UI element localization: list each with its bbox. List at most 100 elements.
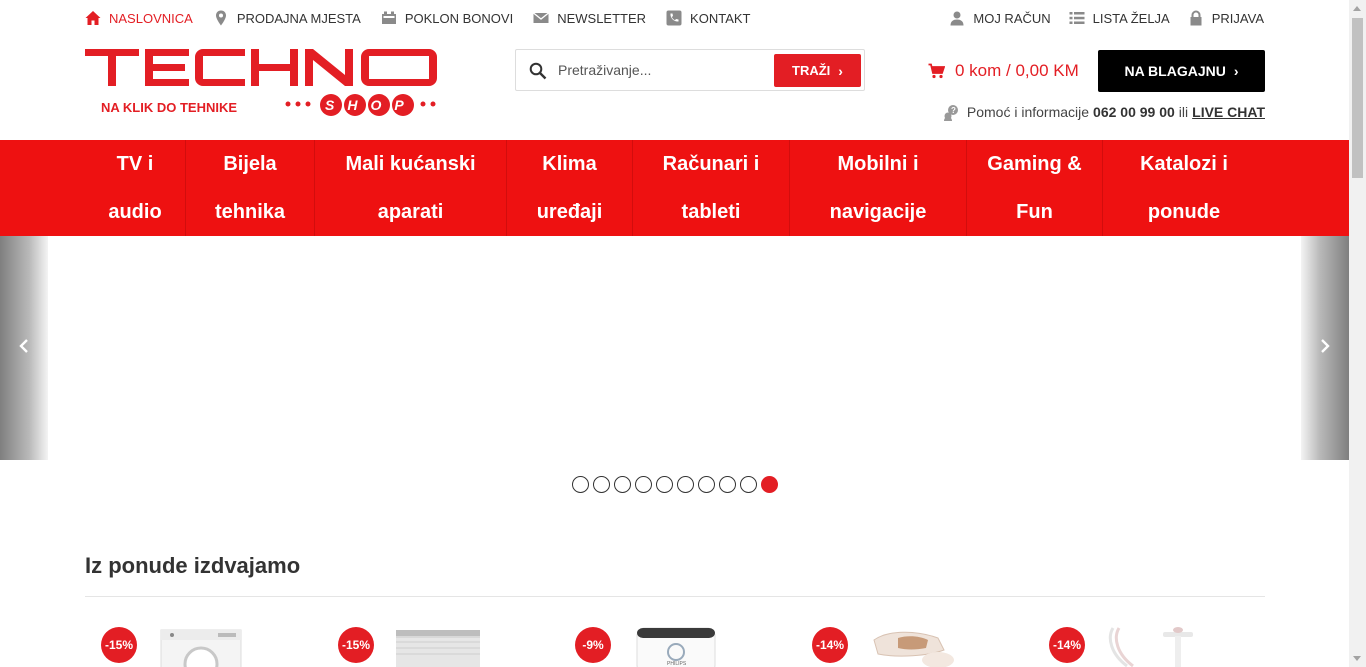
nav-item-line: Mobilni i bbox=[837, 153, 919, 175]
site-logo[interactable]: NA KLIK DO TEHNIKE SHOP bbox=[85, 47, 437, 117]
help-icon: ? bbox=[943, 104, 960, 121]
search-box: TRAŽI › bbox=[515, 49, 865, 91]
top-link-label: NEWSLETTER bbox=[557, 10, 647, 26]
page-scrollbar[interactable] bbox=[1349, 0, 1366, 667]
slider-dot[interactable] bbox=[719, 476, 736, 493]
section-divider bbox=[85, 596, 1265, 597]
nav-item-line: Klima bbox=[542, 153, 597, 175]
help-text: Pomoć i informacije bbox=[966, 104, 1090, 120]
slider-dot[interactable] bbox=[635, 476, 652, 493]
list-icon bbox=[1069, 10, 1085, 26]
section-title: Iz ponude izdvajamo bbox=[85, 553, 301, 578]
slider-dots bbox=[572, 476, 782, 493]
hero-slider bbox=[0, 236, 1349, 460]
lock-icon bbox=[1188, 10, 1204, 26]
top-link-label: PRIJAVA bbox=[1211, 10, 1264, 26]
top-link-newsletter[interactable]: NEWSLETTER bbox=[533, 10, 646, 26]
checkout-label: NA BLAGAJNU bbox=[1124, 63, 1226, 79]
nav-item-line: audio bbox=[108, 201, 162, 223]
cart-summary[interactable]: 0 kom / 0,00 KM bbox=[928, 60, 1079, 82]
envelope-icon bbox=[533, 10, 550, 26]
product-card[interactable]: -14% bbox=[796, 620, 1032, 667]
slider-next-button[interactable] bbox=[1301, 236, 1349, 460]
slider-dot-active[interactable] bbox=[761, 476, 778, 493]
discount-badge: -14% bbox=[1049, 627, 1085, 663]
nav-item-line: Gaming & bbox=[987, 153, 1082, 175]
checkout-button[interactable]: NA BLAGAJNU › bbox=[1098, 50, 1265, 92]
nav-item-white-goods[interactable]: Bijela tehnika bbox=[186, 140, 315, 236]
slider-prev-button[interactable] bbox=[0, 236, 48, 460]
nav-item-line: tableti bbox=[681, 201, 741, 223]
top-link-wishlist[interactable]: LISTA ŽELJA bbox=[1069, 10, 1170, 26]
search-button[interactable]: TRAŽI › bbox=[774, 54, 861, 87]
help-line: ? Pomoć i informacije 062 00 99 00 ili L… bbox=[943, 103, 1265, 121]
user-icon bbox=[949, 10, 965, 26]
slider-dot[interactable] bbox=[593, 476, 610, 493]
nav-item-computers-tablets[interactable]: Računari i tableti bbox=[633, 140, 790, 236]
product-card[interactable]: -14% bbox=[1033, 620, 1269, 667]
top-link-login[interactable]: PRIJAVA bbox=[1188, 10, 1264, 26]
search-input[interactable] bbox=[558, 58, 768, 82]
chevron-right-icon: › bbox=[838, 62, 843, 79]
discount-badge: -14% bbox=[812, 627, 848, 663]
top-bar-right: MOJ RAČUN LISTA ŽELJA PRIJAVA bbox=[931, 0, 1264, 36]
nav-item-line: Mali kućanski bbox=[345, 153, 476, 175]
nav-item-line: aparati bbox=[377, 201, 444, 223]
top-link-stores[interactable]: PRODAJNA MJESTA bbox=[213, 10, 361, 26]
slider-dot[interactable] bbox=[614, 476, 631, 493]
slider-dot[interactable] bbox=[740, 476, 757, 493]
product-card[interactable]: -15% bbox=[322, 620, 558, 667]
nav-item-tv-audio[interactable]: TV i audio bbox=[85, 140, 186, 236]
svg-text:PHILIPS: PHILIPS bbox=[667, 661, 687, 667]
nav-item-mobile-navigation[interactable]: Mobilni i navigacije bbox=[790, 140, 967, 236]
slider-dot[interactable] bbox=[572, 476, 589, 493]
discount-badge: -15% bbox=[101, 627, 137, 663]
nav-item-line: ponude bbox=[1147, 201, 1221, 223]
product-card[interactable]: -15% bbox=[85, 620, 321, 667]
top-link-label: MOJ RAČUN bbox=[973, 10, 1051, 26]
help-phone[interactable]: 062 00 99 00 bbox=[1093, 104, 1175, 120]
nav-item-air-conditioners[interactable]: Klima uređaji bbox=[507, 140, 633, 236]
live-chat-link[interactable]: LIVE CHAT bbox=[1192, 104, 1265, 120]
product-list: -15% -15% PHILIPS -9% -14% -14% bbox=[85, 620, 1265, 667]
air-purifier-image: PHILIPS bbox=[635, 626, 717, 667]
top-link-gift-cards[interactable]: POKLON BONOVI bbox=[381, 10, 513, 26]
svg-text:?: ? bbox=[951, 106, 956, 115]
nav-item-line: uređaji bbox=[536, 201, 603, 223]
chevron-left-icon bbox=[19, 338, 29, 359]
nav-item-line: tehnika bbox=[214, 201, 286, 223]
nav-item-small-appliances[interactable]: Mali kućanski aparati bbox=[315, 140, 507, 236]
map-pin-icon bbox=[213, 10, 229, 26]
chevron-right-icon bbox=[1320, 338, 1330, 359]
product-card[interactable]: PHILIPS -9% bbox=[559, 620, 795, 667]
top-link-label: LISTA ŽELJA bbox=[1092, 10, 1170, 26]
scroll-down-icon[interactable] bbox=[1353, 656, 1361, 661]
discount-badge: -15% bbox=[338, 627, 374, 663]
nav-item-gaming-fun[interactable]: Gaming & Fun bbox=[967, 140, 1103, 236]
chevron-right-icon: › bbox=[1233, 63, 1239, 79]
nav-item-line: TV i bbox=[116, 153, 154, 175]
nav-item-line: Fun bbox=[1016, 201, 1053, 223]
logo-sub: SHOP bbox=[325, 97, 417, 113]
slider-dot[interactable] bbox=[677, 476, 694, 493]
slider-dot[interactable] bbox=[656, 476, 673, 493]
logo-word bbox=[85, 49, 437, 86]
top-link-label: NASLOVNICA bbox=[109, 10, 193, 26]
top-link-home[interactable]: NASLOVNICA bbox=[85, 10, 193, 26]
nav-item-line: navigacije bbox=[829, 201, 927, 223]
slider-dot[interactable] bbox=[698, 476, 715, 493]
cart-icon bbox=[928, 63, 946, 79]
top-link-contact[interactable]: KONTAKT bbox=[666, 10, 750, 26]
top-link-label: PRODAJNA MJESTA bbox=[236, 10, 361, 26]
nav-item-catalogs-offers[interactable]: Katalozi i ponude bbox=[1103, 140, 1265, 236]
search-icon bbox=[529, 62, 547, 80]
scrollbar-thumb[interactable] bbox=[1352, 18, 1363, 178]
top-bar: NASLOVNICA PRODAJNA MJESTA POKLON BONOVI… bbox=[0, 0, 1349, 36]
phone-icon bbox=[666, 10, 682, 26]
garment-steamer-image bbox=[1103, 626, 1207, 667]
main-nav: TV i audio Bijela tehnika Mali kućanski apa… bbox=[0, 140, 1349, 236]
scroll-up-icon[interactable] bbox=[1353, 6, 1361, 11]
home-icon bbox=[85, 10, 101, 26]
top-link-account[interactable]: MOJ RAČUN bbox=[949, 10, 1051, 26]
help-or: ili bbox=[1178, 104, 1189, 120]
